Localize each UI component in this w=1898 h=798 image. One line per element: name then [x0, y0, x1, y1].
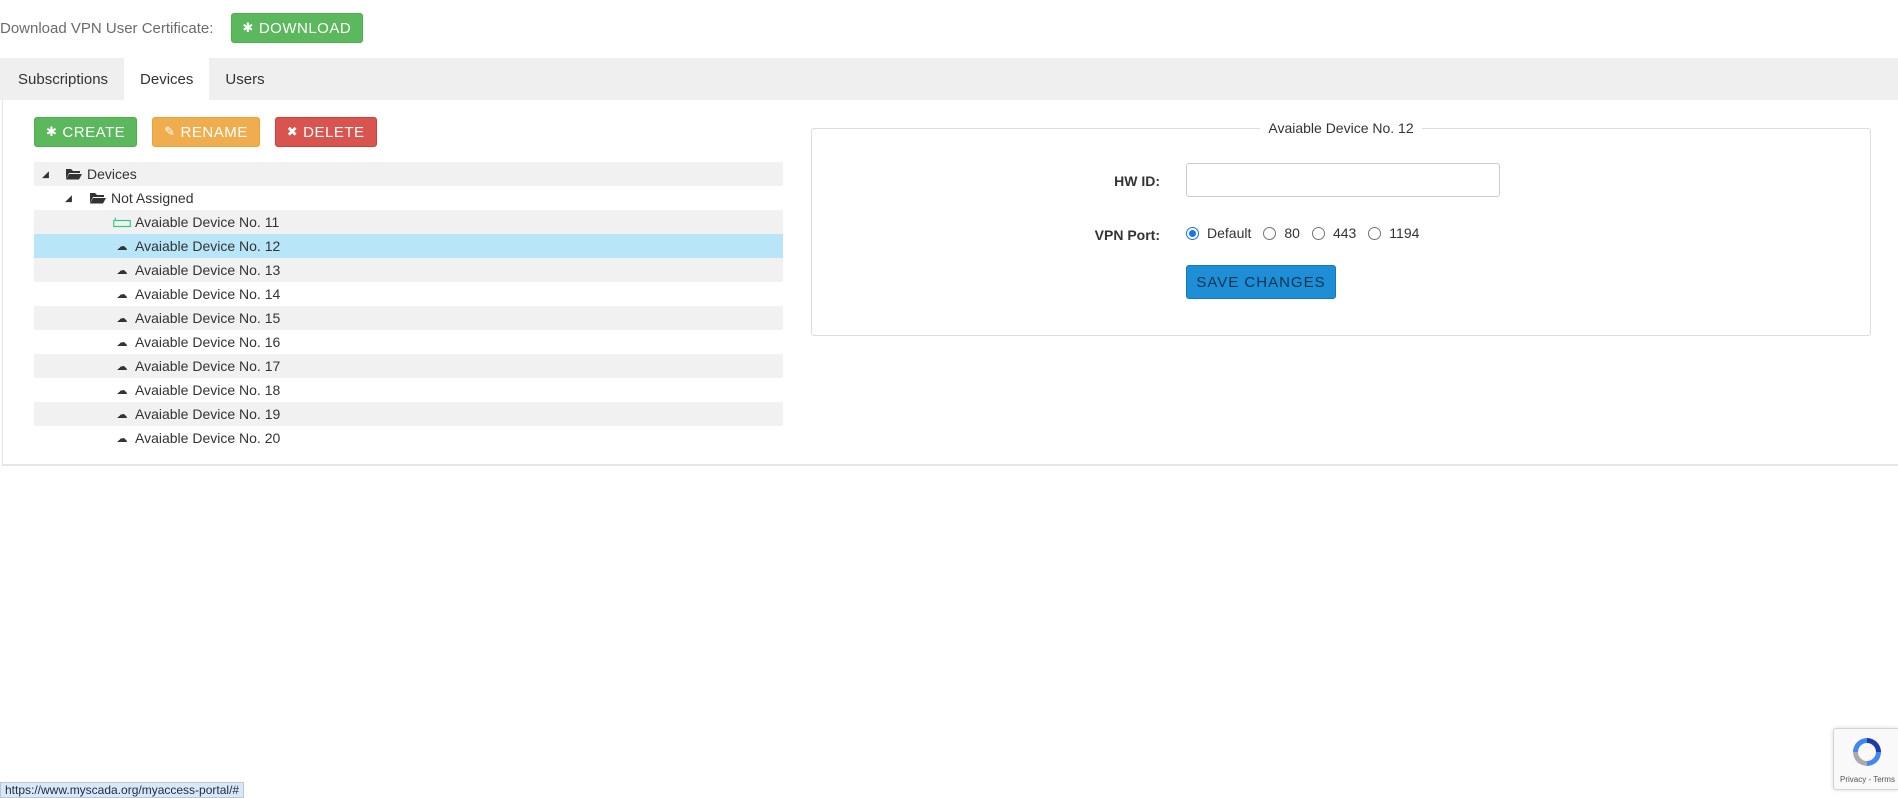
vpn-port-1194-radio[interactable]: 1194 [1368, 225, 1419, 241]
tree-device-row[interactable]: ☁ Avaiable Device No. 18 [34, 378, 783, 402]
asterisk-icon: ✱ [242, 20, 254, 35]
devices-panel: ✱ CREATE ✎ RENAME ✖ DELETE ◢ Devices ◢ N… [2, 100, 1898, 466]
tree-device-row[interactable]: ☁ Avaiable Device No. 17 [34, 354, 783, 378]
tree-device-row[interactable]: ☁ Avaiable Device No. 14 [34, 282, 783, 306]
tree-node-not-assigned[interactable]: ◢ Not Assigned [34, 186, 783, 210]
tab-devices[interactable]: Devices [124, 58, 210, 100]
tree-device-row[interactable]: ☁ Avaiable Device No. 13 [34, 258, 783, 282]
status-bar-url: https://www.myscada.org/myaccess-portal/… [0, 782, 245, 798]
cloud-icon: ☁ [116, 240, 128, 253]
tree-device-row[interactable]: ☁ Avaiable Device No. 12 [34, 234, 783, 258]
vpn-port-radio-group: Default 80 443 1194 [1186, 225, 1431, 241]
tree-device-row[interactable]: ☁ Avaiable Device No. 15 [34, 306, 783, 330]
tab-users[interactable]: Users [209, 58, 280, 100]
tree-device-row[interactable]: Avaiable Device No. 11 [34, 210, 783, 234]
delete-button[interactable]: ✖ DELETE [274, 117, 377, 147]
cloud-icon: ☁ [116, 264, 128, 277]
close-icon: ✖ [286, 124, 299, 139]
pencil-icon: ✎ [164, 124, 176, 139]
vpn-port-label: VPN Port: [1094, 227, 1160, 243]
cloud-icon: ☁ [116, 408, 128, 421]
tree-node-label: Not Assigned [111, 190, 194, 206]
device-toolbar: ✱ CREATE ✎ RENAME ✖ DELETE [34, 117, 377, 147]
tree-node-devices[interactable]: ◢ Devices [34, 162, 783, 186]
radio-dot[interactable] [1368, 226, 1382, 240]
vpn-port-443-radio[interactable]: 443 [1311, 225, 1356, 241]
radio-dot[interactable] [1263, 226, 1277, 240]
tree-node-label: Devices [87, 166, 137, 182]
router-icon [113, 217, 131, 228]
recaptcha-badge[interactable]: Privacy - Terms [1833, 728, 1898, 790]
download-button[interactable]: ✱ DOWNLOAD [231, 13, 364, 43]
certificate-label: Download VPN User Certificate: [0, 19, 214, 37]
collapse-triangle-icon[interactable]: ◢ [65, 193, 72, 204]
tab-bar: Subscriptions Devices Users [0, 58, 1898, 100]
tree-device-row[interactable]: ☁ Avaiable Device No. 20 [34, 426, 783, 450]
tab-subscriptions[interactable]: Subscriptions [2, 58, 124, 100]
rename-button[interactable]: ✎ RENAME [152, 117, 260, 147]
device-detail-legend: Avaiable Device No. 12 [1260, 120, 1422, 136]
cloud-icon: ☁ [116, 288, 128, 301]
device-tree: ◢ Devices ◢ Not Assigned Avaiable Device… [34, 162, 783, 450]
tree-device-row[interactable]: ☁ Avaiable Device No. 19 [34, 402, 783, 426]
cloud-icon: ☁ [116, 384, 128, 397]
hw-id-input[interactable] [1186, 163, 1500, 197]
collapse-triangle-icon[interactable]: ◢ [42, 169, 49, 180]
vpn-port-default-radio[interactable]: Default [1186, 225, 1251, 241]
download-button-label: DOWNLOAD [258, 19, 352, 37]
folder-open-icon [90, 193, 106, 204]
radio-dot[interactable] [1186, 226, 1199, 240]
recaptcha-logo-icon [1853, 738, 1881, 766]
cloud-icon: ☁ [116, 336, 128, 349]
asterisk-icon: ✱ [46, 124, 58, 139]
vpn-port-80-radio[interactable]: 80 [1263, 225, 1300, 241]
folder-open-icon [66, 169, 82, 180]
device-detail-form: Avaiable Device No. 12 HW ID: VPN Port: … [811, 120, 1871, 336]
certificate-bar: Download VPN User Certificate: ✱ DOWNLOA… [0, 12, 364, 44]
cloud-icon: ☁ [116, 360, 128, 373]
cloud-icon: ☁ [116, 432, 128, 445]
create-button[interactable]: ✱ CREATE [34, 117, 138, 147]
radio-dot[interactable] [1311, 226, 1325, 240]
recaptcha-links[interactable]: Privacy - Terms [1840, 775, 1895, 784]
save-changes-button[interactable]: SAVE CHANGES [1186, 265, 1336, 299]
cloud-icon: ☁ [116, 312, 128, 325]
hw-id-label: HW ID: [1114, 173, 1160, 189]
tree-device-row[interactable]: ☁ Avaiable Device No. 16 [34, 330, 783, 354]
